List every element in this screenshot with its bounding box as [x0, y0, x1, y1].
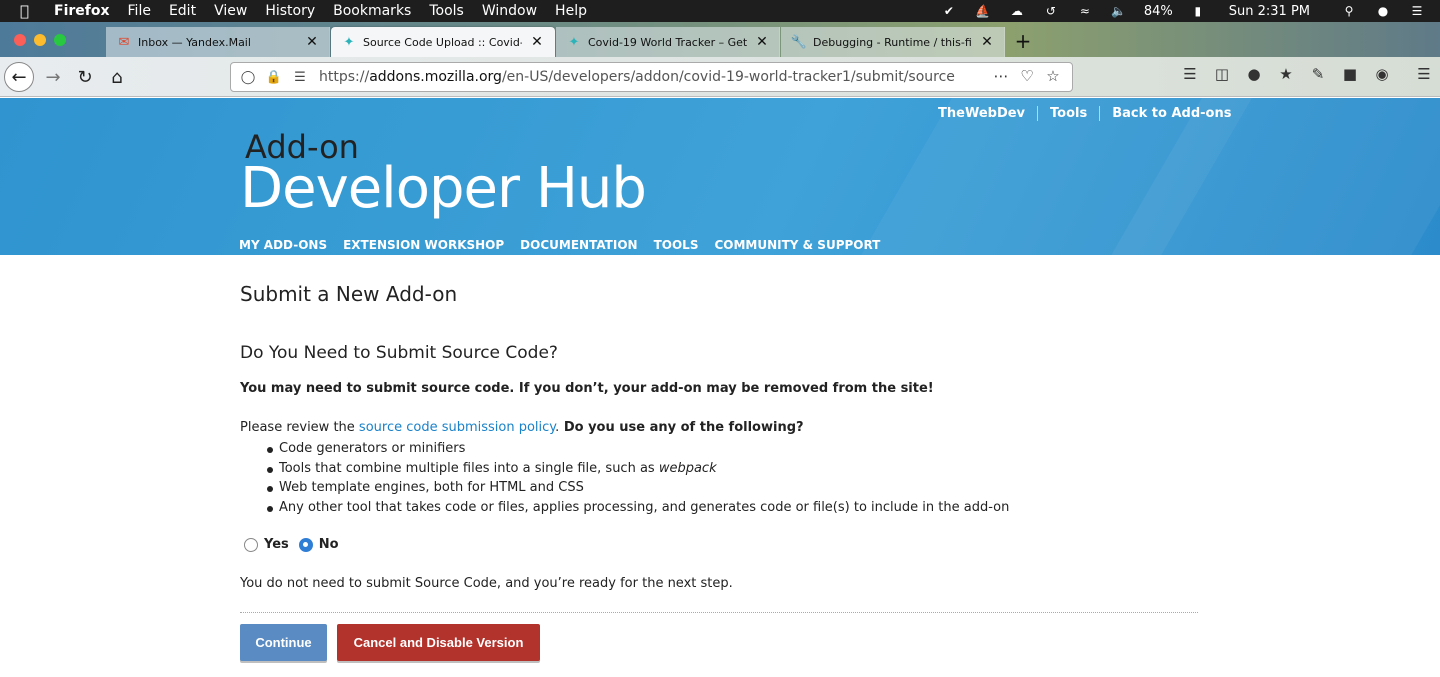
menu-file[interactable]: File: [128, 3, 151, 19]
puzzle-icon: ✦: [343, 34, 355, 50]
close-tab-icon[interactable]: ✕: [980, 34, 994, 50]
back-to-addons-link[interactable]: Back to Add-ons: [1099, 106, 1243, 121]
toolbar-extensions: ☰ ◫ ● ★ ✎ ■ ◉ ☰: [1174, 65, 1440, 83]
apple-icon[interactable]: : [20, 2, 38, 20]
time-machine-icon[interactable]: ↺: [1042, 4, 1060, 18]
extension-runner-icon[interactable]: ★: [1270, 65, 1302, 83]
review-policy-text: Please review the source code submission…: [240, 420, 804, 435]
menu-view[interactable]: View: [214, 3, 247, 19]
siri-icon[interactable]: ●: [1374, 4, 1392, 18]
menubar-clock[interactable]: Sun 2:31 PM: [1229, 4, 1310, 19]
source-code-policy-link[interactable]: source code submission policy: [359, 420, 555, 435]
radio-yes-label[interactable]: Yes: [264, 537, 289, 552]
close-tab-icon[interactable]: ✕: [755, 34, 769, 50]
lock-icon[interactable]: 🔒: [265, 70, 283, 85]
list-item: Tools that combine multiple files into a…: [265, 459, 1009, 479]
source-code-warning: You may need to submit source code. If y…: [240, 381, 934, 396]
url-bar[interactable]: ◯ 🔒 ☰ https://addons.mozilla.org/en-US/d…: [230, 62, 1073, 92]
page-title: Submit a New Add-on: [240, 282, 458, 306]
creative-cloud-icon[interactable]: ☁: [1008, 4, 1026, 18]
radio-no[interactable]: [298, 537, 313, 552]
extension-badge-icon[interactable]: ■: [1334, 65, 1366, 83]
mail-icon: ✉: [118, 34, 130, 50]
tab-covid-tracker[interactable]: ✦ Covid-19 World Tracker – Get th ✕: [556, 27, 780, 57]
nav-extension-workshop[interactable]: EXTENSION WORKSHOP: [343, 238, 504, 252]
notification-center-icon[interactable]: ☰: [1408, 4, 1426, 18]
tab-debugging[interactable]: 🔧 Debugging - Runtime / this-firef ✕: [781, 27, 1005, 57]
brand-developer-hub[interactable]: Developer Hub: [240, 156, 647, 221]
volume-icon[interactable]: 🔈: [1110, 4, 1128, 18]
battery-icon[interactable]: ▮: [1189, 4, 1207, 18]
menu-app-name[interactable]: Firefox: [54, 3, 110, 19]
macos-menubar:  Firefox File Edit View History Bookmar…: [0, 0, 1440, 22]
browser-toolbar: ← → ↻ ⌂ ◯ 🔒 ☰ https://addons.mozilla.org…: [0, 57, 1440, 97]
battery-percent: 84%: [1143, 3, 1173, 19]
library-icon[interactable]: ☰: [1174, 65, 1206, 83]
developer-hub-header: TheWebDev Tools Back to Add-ons Add-on D…: [0, 98, 1440, 255]
nav-community-support[interactable]: COMMUNITY & SUPPORT: [714, 238, 880, 252]
sidebar-icon[interactable]: ◫: [1206, 65, 1238, 83]
menubar-tray: ✔ ⛵ ☁ ↺ ≈ 🔈 84% ▮ Sun 2:31 PM ⚲ ● ☰: [932, 0, 1440, 22]
docker-icon[interactable]: ⛵: [974, 4, 992, 18]
wrench-icon: 🔧: [790, 34, 808, 50]
pocket-icon[interactable]: ♡: [1014, 67, 1040, 85]
extension-pin-icon[interactable]: ✎: [1302, 65, 1334, 83]
wifi-icon[interactable]: ≈: [1076, 4, 1094, 18]
permissions-icon[interactable]: ☰: [291, 70, 309, 85]
cancel-disable-button[interactable]: Cancel and Disable Version: [337, 624, 540, 661]
list-item: Code generators or minifiers: [265, 439, 1009, 459]
url-text[interactable]: https://addons.mozilla.org/en-US/develop…: [319, 69, 955, 85]
close-tab-icon[interactable]: ✕: [530, 34, 544, 50]
list-item: Any other tool that takes code or files,…: [265, 498, 1009, 518]
section-title: Do You Need to Submit Source Code?: [240, 343, 558, 363]
extension-globe-icon[interactable]: ◉: [1366, 65, 1398, 83]
shield-icon[interactable]: ◯: [239, 70, 257, 85]
zoom-window-button[interactable]: [54, 34, 66, 46]
nav-documentation[interactable]: DOCUMENTATION: [520, 238, 637, 252]
back-button[interactable]: ←: [4, 62, 34, 92]
extension-twd-icon[interactable]: ●: [1238, 65, 1270, 83]
forward-button[interactable]: →: [38, 62, 68, 92]
list-item: Web template engines, both for HTML and …: [265, 478, 1009, 498]
user-link[interactable]: TheWebDev: [938, 106, 1037, 121]
tools-link[interactable]: Tools: [1037, 106, 1099, 121]
menu-history[interactable]: History: [265, 3, 315, 19]
check-circle-icon[interactable]: ✔: [940, 4, 958, 18]
home-button[interactable]: ⌂: [102, 62, 132, 92]
continue-button[interactable]: Continue: [240, 624, 327, 661]
minimize-window-button[interactable]: [34, 34, 46, 46]
source-code-radio-group: Yes No: [244, 537, 349, 552]
nav-my-addons[interactable]: MY ADD-ONS: [239, 238, 327, 252]
radio-yes[interactable]: [244, 537, 258, 552]
bookmark-star-icon[interactable]: ☆: [1040, 67, 1066, 85]
puzzle-icon: ✦: [568, 34, 580, 50]
menu-bookmarks[interactable]: Bookmarks: [333, 3, 411, 19]
divider: [240, 612, 1198, 613]
menu-edit[interactable]: Edit: [169, 3, 196, 19]
tab-yandex-mail[interactable]: ✉ Inbox — Yandex.Mail ✕: [106, 27, 330, 57]
tab-source-code-upload[interactable]: ✦ Source Code Upload :: Covid-19 ✕: [331, 27, 555, 57]
close-window-button[interactable]: [14, 34, 26, 46]
page-actions-icon[interactable]: ⋯: [988, 67, 1014, 85]
reload-button[interactable]: ↻: [70, 62, 100, 92]
header-top-links: TheWebDev Tools Back to Add-ons: [938, 106, 1243, 121]
spotlight-search-icon[interactable]: ⚲: [1340, 4, 1358, 18]
menu-window[interactable]: Window: [482, 3, 537, 19]
close-tab-icon[interactable]: ✕: [305, 34, 319, 50]
new-tab-button[interactable]: +: [1012, 30, 1034, 52]
main-nav: MY ADD-ONS EXTENSION WORKSHOP DOCUMENTAT…: [239, 238, 896, 252]
menu-tools[interactable]: Tools: [429, 3, 464, 19]
radio-no-label[interactable]: No: [319, 537, 339, 552]
tool-list: Code generators or minifiers Tools that …: [265, 439, 1009, 517]
browser-tab-strip: ✉ Inbox — Yandex.Mail ✕ ✦ Source Code Up…: [0, 22, 1440, 57]
menu-hamburger-icon[interactable]: ☰: [1408, 65, 1440, 83]
ready-message: You do not need to submit Source Code, a…: [240, 576, 733, 591]
nav-tools[interactable]: TOOLS: [654, 238, 699, 252]
menu-help[interactable]: Help: [555, 3, 587, 19]
